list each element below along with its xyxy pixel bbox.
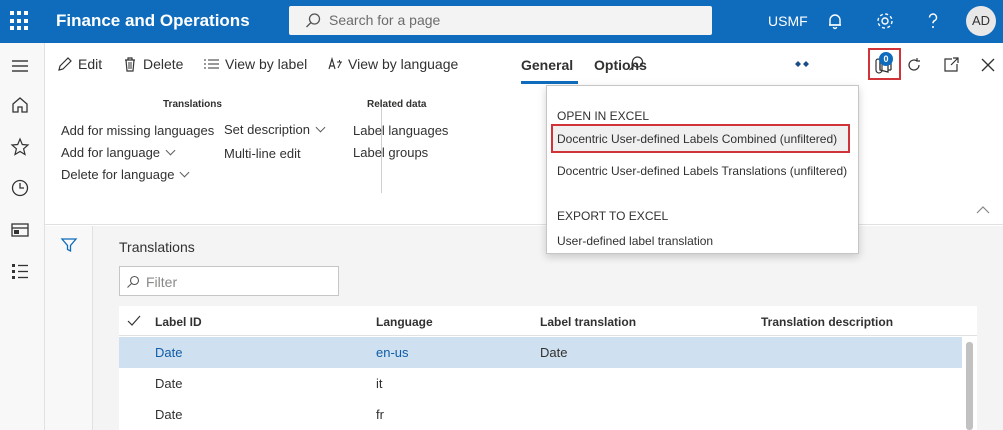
label-groups-button[interactable]: Label groups xyxy=(353,145,428,160)
search-icon xyxy=(306,13,321,28)
label-languages-button[interactable]: Label languages xyxy=(353,123,448,138)
search-placeholder: Search for a page xyxy=(329,12,441,28)
delete-for-language-button[interactable]: Delete for language xyxy=(61,167,190,182)
menu-item-labels-translations[interactable]: Docentric User-defined Labels Translatio… xyxy=(557,164,847,178)
language-icon xyxy=(328,56,342,70)
column-header-label-translation[interactable]: Label translation xyxy=(540,315,636,329)
clock-icon[interactable] xyxy=(10,178,30,198)
edit-label: Edit xyxy=(78,56,103,72)
open-in-excel-heading: OPEN IN EXCEL xyxy=(557,109,650,123)
menu-item-export-translation[interactable]: User-defined label translation xyxy=(557,234,713,248)
cell-label-id[interactable]: Date xyxy=(155,407,182,422)
table-row[interactable]: Date fr xyxy=(119,399,962,430)
top-bar: Finance and Operations Search for a page… xyxy=(0,0,1003,43)
filter-placeholder: Filter xyxy=(146,274,178,290)
chevron-down-icon xyxy=(180,167,190,178)
chevron-down-icon xyxy=(165,145,176,156)
export-to-excel-heading: EXPORT TO EXCEL xyxy=(557,209,669,223)
view-by-language-button[interactable]: View by language xyxy=(327,56,458,72)
scrollbar-thumb[interactable] xyxy=(966,342,973,430)
open-new-window-icon[interactable] xyxy=(942,56,960,74)
gear-icon[interactable] xyxy=(874,10,896,32)
highlighted-menu-item[interactable]: Docentric User-defined Labels Combined (… xyxy=(551,124,850,153)
select-all-checkmark-icon[interactable] xyxy=(127,315,141,327)
column-header-label-id[interactable]: Label ID xyxy=(155,315,202,329)
app-launcher-icon[interactable] xyxy=(10,11,30,31)
grid-filter-input[interactable]: Filter xyxy=(119,266,339,296)
edit-button[interactable]: Edit xyxy=(57,56,102,72)
page-search-input[interactable]: Search for a page xyxy=(289,6,712,35)
collapse-ribbon-icon[interactable] xyxy=(976,205,990,215)
grid-scrollbar[interactable] xyxy=(962,336,977,430)
active-tab-indicator xyxy=(521,81,578,84)
star-icon[interactable] xyxy=(10,137,30,157)
main-content: Translations Filter Label ID Language La… xyxy=(45,226,1003,430)
workspaces-icon[interactable] xyxy=(10,220,30,240)
delete-for-language-label: Delete for language xyxy=(61,167,175,182)
grid-header: Label ID Language Label translation Tran… xyxy=(119,306,977,336)
hamburger-menu-icon[interactable] xyxy=(10,56,30,76)
cell-label-translation[interactable]: Date xyxy=(540,345,567,360)
grid-section: Translations Filter Label ID Language La… xyxy=(93,226,1003,430)
pencil-icon xyxy=(58,57,72,71)
cell-language[interactable]: it xyxy=(376,376,383,391)
company-picker[interactable]: USMF xyxy=(768,13,808,29)
translations-grid: Label ID Language Label translation Tran… xyxy=(119,306,977,430)
delete-button[interactable]: Delete xyxy=(122,56,183,72)
table-row[interactable]: Date en-us Date xyxy=(119,337,962,368)
column-header-translation-description[interactable]: Translation description xyxy=(761,315,893,329)
ribbon-panel: Translations Add for missing languages A… xyxy=(45,85,1003,225)
trash-icon xyxy=(125,57,135,72)
search-icon xyxy=(127,275,140,288)
view-by-label-text: View by label xyxy=(225,56,308,72)
action-pane: Edit Delete View by label View by langua… xyxy=(45,43,1003,85)
table-row[interactable]: Date it xyxy=(119,368,962,399)
add-missing-languages-button[interactable]: Add for missing languages xyxy=(61,123,214,138)
action-search-icon[interactable] xyxy=(627,55,645,73)
list-view-icon xyxy=(204,59,219,69)
tab-general[interactable]: General xyxy=(521,57,573,73)
delete-label: Delete xyxy=(143,56,184,72)
refresh-icon[interactable] xyxy=(905,56,923,74)
column-header-language[interactable]: Language xyxy=(376,315,433,329)
related-data-group-title: Related data xyxy=(367,99,427,110)
cell-label-id[interactable]: Date xyxy=(155,345,182,360)
app-title[interactable]: Finance and Operations xyxy=(56,11,250,31)
user-avatar[interactable]: AD xyxy=(966,6,996,36)
attachments-count-badge: 0 xyxy=(879,52,893,66)
filter-funnel-icon[interactable] xyxy=(60,236,78,254)
set-description-label: Set description xyxy=(224,122,310,137)
add-for-language-button[interactable]: Add for language xyxy=(61,145,176,160)
translations-group-title: Translations xyxy=(163,99,222,110)
cell-language[interactable]: fr xyxy=(376,407,384,422)
left-navigation xyxy=(0,43,45,430)
add-for-language-label: Add for language xyxy=(61,145,161,160)
view-by-label-button[interactable]: View by label xyxy=(203,56,307,72)
filter-pane xyxy=(45,226,93,430)
chevron-down-icon xyxy=(315,122,326,133)
power-apps-icon[interactable] xyxy=(793,55,811,73)
multi-line-edit-button[interactable]: Multi-line edit xyxy=(224,146,301,161)
cell-language[interactable]: en-us xyxy=(376,345,409,360)
view-by-language-text: View by language xyxy=(348,56,459,72)
section-title: Translations xyxy=(119,239,195,255)
bell-icon[interactable] xyxy=(824,10,846,32)
modules-list-icon[interactable] xyxy=(10,261,30,281)
help-icon[interactable] xyxy=(922,10,944,32)
menu-item-labels-combined[interactable]: Docentric User-defined Labels Combined (… xyxy=(557,132,837,146)
close-icon[interactable] xyxy=(979,56,997,74)
home-icon[interactable] xyxy=(10,95,30,115)
set-description-button[interactable]: Set description xyxy=(224,122,326,137)
open-in-office-menu: OPEN IN EXCEL Docentric User-defined Lab… xyxy=(546,85,859,254)
cell-label-id[interactable]: Date xyxy=(155,376,182,391)
